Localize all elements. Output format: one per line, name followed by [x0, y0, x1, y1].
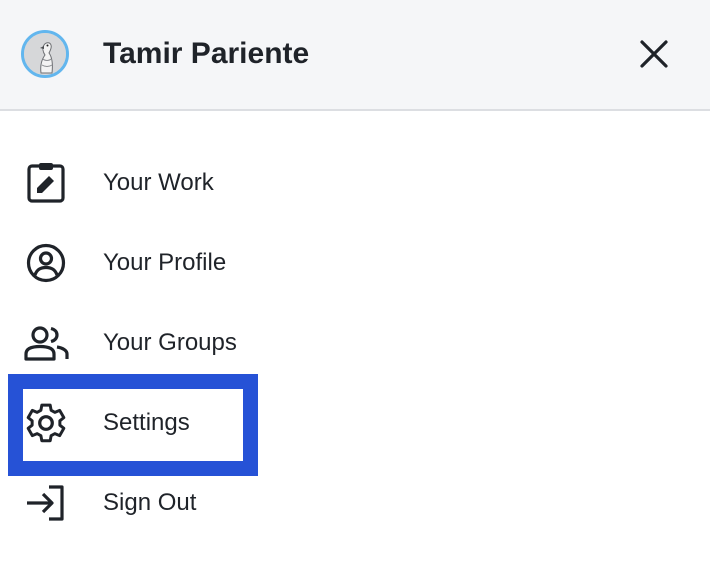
- menu-item-label: Your Work: [103, 169, 214, 196]
- menu-item-label: Your Profile: [103, 249, 227, 276]
- drawer-header: Tamir Pariente: [0, 0, 710, 111]
- user-circle-icon: [22, 243, 70, 283]
- menu-item-label: Sign Out: [103, 489, 197, 516]
- people-icon: [22, 323, 70, 363]
- menu-item-label: Your Groups: [103, 329, 237, 356]
- avatar[interactable]: [21, 30, 69, 78]
- menu-item-your-profile[interactable]: Your Profile: [0, 233, 300, 293]
- user-name: Tamir Pariente: [103, 37, 310, 70]
- gear-icon: [22, 403, 70, 443]
- close-button[interactable]: [632, 32, 676, 76]
- menu-item-your-groups[interactable]: Your Groups: [0, 313, 300, 373]
- menu-item-your-work[interactable]: Your Work: [0, 153, 300, 213]
- clipboard-edit-icon: [22, 163, 70, 203]
- close-icon: [640, 40, 668, 68]
- menu-item-settings[interactable]: Settings: [0, 393, 300, 453]
- menu-item-label: Settings: [103, 409, 190, 436]
- menu-item-sign-out[interactable]: Sign Out: [0, 473, 300, 533]
- goose-avatar-icon: [24, 33, 66, 75]
- sign-out-icon: [22, 483, 70, 523]
